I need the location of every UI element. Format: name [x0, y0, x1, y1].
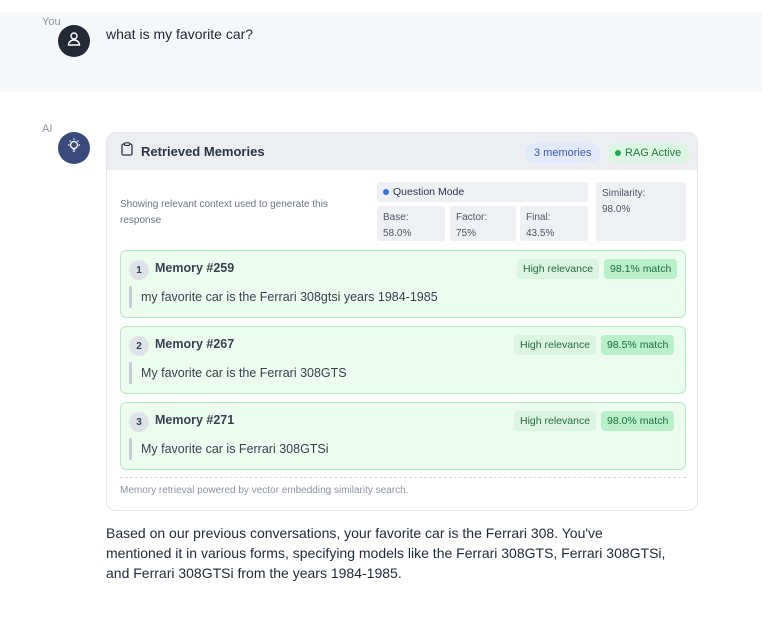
quote-bar [129, 286, 132, 308]
user-avatar [58, 25, 90, 57]
mode-indicator: Question Mode [377, 182, 588, 202]
memory-item: 1 Memory #259 High relevance 98.1% match… [120, 250, 686, 318]
card-title: Retrieved Memories [141, 144, 265, 159]
quote-bar [129, 438, 132, 460]
memory-text: My favorite car is Ferrari 308GTSi [141, 442, 329, 456]
lightbulb-icon [65, 137, 83, 160]
rag-status-label: RAG Active [625, 147, 682, 159]
memory-item: 2 Memory #267 High relevance 98.5% match… [120, 326, 686, 394]
final-label: Final: [526, 212, 551, 223]
relevance-badge: High relevance [514, 335, 597, 355]
memory-title: Memory #259 [155, 261, 235, 275]
quote-bar [129, 362, 132, 384]
final-metric: Final: 43.5% [520, 206, 588, 241]
similarity-metric: Similarity: 98.0% [596, 182, 686, 241]
base-value: 58.0% [383, 228, 412, 239]
match-badge: 98.1% match [604, 259, 678, 279]
mode-label: Question Mode [393, 186, 465, 198]
relevance-badge: High relevance [517, 259, 600, 279]
clipboard-icon [121, 142, 133, 161]
relevance-badge: High relevance [514, 411, 597, 431]
ai-role-label: AI [42, 123, 53, 135]
match-badge: 98.5% match [601, 335, 675, 355]
user-message-block [0, 12, 762, 92]
mode-dot-icon [383, 189, 389, 195]
user-message-text: what is my favorite car? [106, 26, 254, 42]
rag-status-badge: RAG Active [607, 143, 691, 163]
ai-answer-text: Based on our previous conversations, you… [106, 525, 666, 581]
status-dot-icon [615, 150, 621, 156]
memory-number: 3 [129, 412, 149, 432]
factor-value: 75% [456, 228, 477, 239]
base-label: Base: [383, 212, 409, 223]
memory-number: 2 [129, 336, 149, 356]
ai-avatar [58, 132, 90, 164]
footer-divider [120, 477, 686, 478]
similarity-value: 98.0% [602, 204, 631, 215]
memory-count-badge: 3 memories [525, 143, 601, 163]
retrieval-description: Showing relevant context used to generat… [120, 199, 328, 226]
retrieval-footer-note: Memory retrieval powered by vector embed… [120, 485, 409, 496]
user-role-label: You [42, 16, 61, 28]
memory-title: Memory #267 [155, 337, 235, 351]
similarity-label: Similarity: [602, 188, 646, 199]
card-header: Retrieved Memories 3 memories RAG Active [107, 133, 697, 170]
match-badge: 98.0% match [601, 411, 675, 431]
base-metric: Base: 58.0% [377, 206, 445, 241]
factor-metric: Factor: 75% [450, 206, 516, 241]
user-icon [66, 31, 82, 52]
memory-text: my favorite car is the Ferrari 308gtsi y… [141, 290, 438, 304]
memory-item: 3 Memory #271 High relevance 98.0% match… [120, 402, 686, 470]
retrieval-info: Showing relevant context used to generat… [107, 182, 697, 244]
final-value: 43.5% [526, 228, 555, 239]
memory-title: Memory #271 [155, 413, 235, 427]
retrieved-memories-card: Retrieved Memories 3 memories RAG Active… [106, 132, 698, 511]
factor-label: Factor: [456, 212, 488, 223]
memory-text: My favorite car is the Ferrari 308GTS [141, 366, 347, 380]
memory-number: 1 [129, 260, 149, 280]
